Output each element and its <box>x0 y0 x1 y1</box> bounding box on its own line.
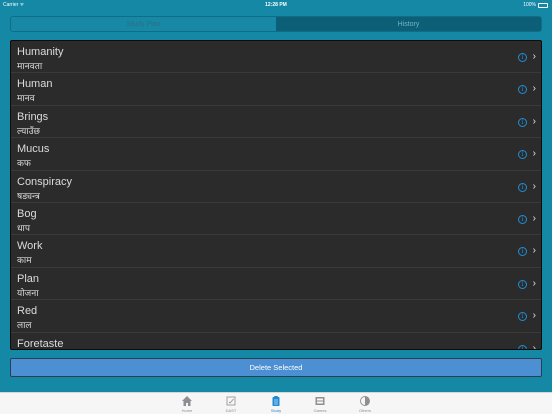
word-text: Humanity <box>17 46 64 58</box>
word-list[interactable]: Humanity मानवता i › Human मानव i › Brings ल्याउँछ… <box>10 40 542 350</box>
word-meaning: काम <box>17 255 32 266</box>
chevron-right-icon[interactable]: › <box>533 343 536 349</box>
chevron-right-icon[interactable]: › <box>533 181 536 192</box>
word-text: Conspiracy <box>17 175 73 188</box>
segment-study-plan[interactable]: Study Plan <box>11 17 276 31</box>
word-row[interactable]: Humanity मानवता i › <box>11 41 541 74</box>
status-bar: Carrier ᯤ 12:28 PM 100% <box>0 0 552 9</box>
tab-home[interactable]: Home <box>172 395 202 413</box>
info-icon[interactable]: i <box>518 279 527 289</box>
word-row[interactable]: Foretaste i › <box>11 333 541 350</box>
info-icon[interactable]: i <box>518 53 527 62</box>
tab-dast[interactable]: DAST <box>216 395 246 413</box>
tab-bar: Home DAST Study Games Others <box>0 392 552 414</box>
word-row[interactable]: Brings ल्याउँछ i › <box>11 106 541 139</box>
word-meaning: मानव <box>17 93 35 104</box>
home-icon <box>181 395 193 408</box>
word-row[interactable]: Conspiracy षड्यन्त्र i › <box>11 171 541 203</box>
chevron-right-icon[interactable]: › <box>533 310 536 321</box>
chevron-right-icon[interactable]: › <box>533 213 536 224</box>
word-text: Red <box>17 305 38 318</box>
word-text: Mucus <box>17 143 50 156</box>
word-text: Brings <box>17 110 49 123</box>
contrast-icon <box>359 395 371 408</box>
info-icon[interactable]: i <box>518 150 527 160</box>
chevron-right-icon[interactable]: › <box>533 245 536 256</box>
word-row[interactable]: Human मानव i › <box>11 73 541 106</box>
word-text: Bog <box>17 207 37 220</box>
tab-label: Games <box>313 408 327 413</box>
tab-label: Study <box>270 408 282 413</box>
chevron-right-icon[interactable]: › <box>533 83 536 94</box>
word-text: Foretaste <box>17 337 64 350</box>
word-meaning: कफ <box>17 158 31 169</box>
info-icon[interactable]: i <box>518 344 527 349</box>
chevron-right-icon[interactable]: › <box>533 116 536 127</box>
delete-selected-button[interactable]: Delete Selected <box>10 358 542 377</box>
word-meaning: ल्याउँछ <box>17 125 40 136</box>
word-text: Work <box>17 240 43 253</box>
info-icon[interactable]: i <box>518 247 527 257</box>
edit-icon <box>225 395 237 408</box>
word-row[interactable]: Plan योजना i › <box>11 268 541 301</box>
chevron-right-icon[interactable]: › <box>533 278 536 289</box>
word-meaning: योजना <box>17 287 39 298</box>
film-icon <box>314 395 326 408</box>
segment-history[interactable]: History <box>276 17 541 31</box>
battery-status: 100% <box>523 2 548 8</box>
clipboard-icon <box>270 395 282 408</box>
chevron-right-icon[interactable]: › <box>533 51 536 62</box>
tab-label: DAST <box>225 408 237 413</box>
clock-label: 12:28 PM <box>265 2 287 8</box>
word-row[interactable]: Mucus कफ i › <box>11 138 541 171</box>
view-segmented-control: Study Plan History <box>10 16 542 32</box>
word-text: Human <box>17 78 53 91</box>
word-row[interactable]: Bog धाप i › <box>11 203 541 236</box>
info-icon[interactable]: i <box>518 117 527 127</box>
word-meaning: धाप <box>17 222 30 233</box>
word-text: Plan <box>17 272 40 285</box>
tab-study[interactable]: Study <box>261 395 291 413</box>
word-row[interactable]: Red लाल i › <box>11 300 541 333</box>
battery-icon <box>538 2 548 8</box>
tab-label: Home <box>181 408 193 413</box>
battery-percent: 100% <box>523 2 536 8</box>
tab-label: Others <box>358 408 371 413</box>
word-meaning: षड्यन्त्र <box>17 190 40 201</box>
tab-others[interactable]: Others <box>350 395 380 413</box>
info-icon[interactable]: i <box>518 182 527 192</box>
word-meaning: लाल <box>17 320 32 331</box>
chevron-right-icon[interactable]: › <box>533 148 536 159</box>
word-row[interactable]: Work काम i › <box>11 235 541 268</box>
info-icon[interactable]: i <box>518 85 527 95</box>
word-meaning: मानवता <box>17 61 43 71</box>
info-icon[interactable]: i <box>518 214 527 224</box>
info-icon[interactable]: i <box>518 312 527 322</box>
tab-games[interactable]: Games <box>305 395 335 413</box>
